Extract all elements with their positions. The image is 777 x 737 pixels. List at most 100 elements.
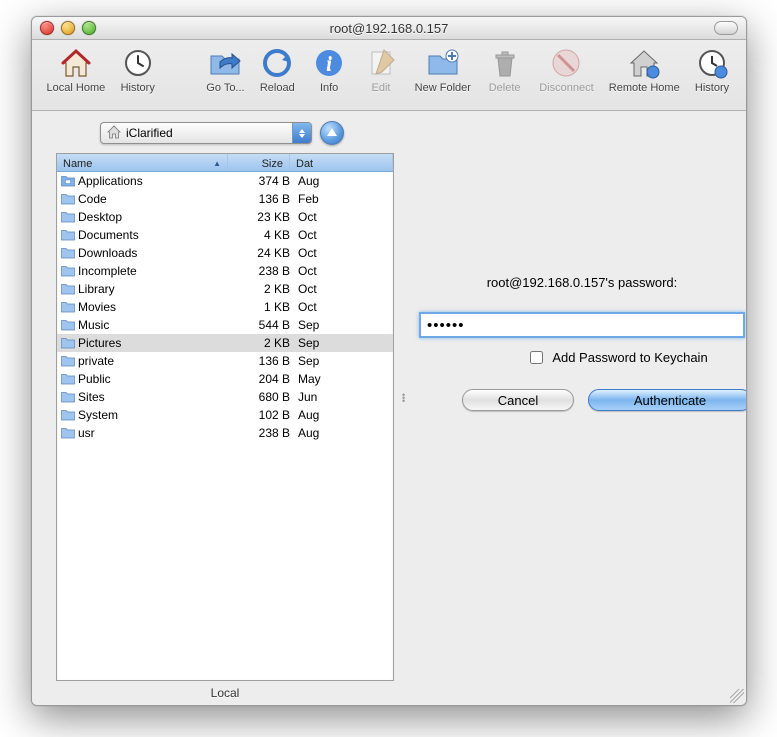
file-name: Downloads [78, 246, 228, 260]
file-name: Music [78, 318, 228, 332]
toolbar-label: Delete [489, 82, 521, 94]
folder-icon [60, 319, 75, 331]
svg-text:i: i [326, 53, 332, 75]
file-size: 680 B [228, 390, 294, 404]
column-size[interactable]: Size [228, 154, 290, 171]
file-date: Sep [294, 354, 393, 368]
go-to-button[interactable]: Go To... [200, 46, 252, 94]
column-date[interactable]: Dat [290, 154, 393, 171]
file-date: Aug [294, 426, 393, 440]
new-folder-button[interactable]: New Folder [407, 46, 479, 94]
trash-icon [488, 46, 522, 80]
local-file-list[interactable]: Name ▲ Size Dat Applications374 BAugCode… [56, 153, 394, 681]
path-popup[interactable]: iClarified [100, 122, 312, 144]
folder-icon [60, 175, 75, 187]
table-row[interactable]: Downloads24 KBOct [57, 244, 393, 262]
titlebar[interactable]: root@192.168.0.157 [32, 17, 746, 40]
keychain-checkbox-row[interactable]: Add Password to Keychain [526, 348, 707, 367]
file-size: 24 KB [228, 246, 294, 260]
toolbar-label: Go To... [206, 82, 244, 94]
resize-grip[interactable] [730, 689, 744, 703]
file-date: Oct [294, 300, 393, 314]
folder-icon [60, 337, 75, 349]
file-size: 238 B [228, 264, 294, 278]
file-date: Oct [294, 210, 393, 224]
folder-icon [60, 193, 75, 205]
go-up-button[interactable] [320, 121, 344, 145]
toolbar-label: Edit [372, 82, 391, 94]
file-date: Aug [294, 408, 393, 422]
file-size: 23 KB [228, 210, 294, 224]
file-name: Documents [78, 228, 228, 242]
toolbar-label: Disconnect [539, 82, 593, 94]
folder-icon [60, 409, 75, 421]
file-size: 204 B [228, 372, 294, 386]
minimize-window-button[interactable] [61, 21, 75, 35]
cancel-button[interactable]: Cancel [462, 389, 574, 411]
file-size: 4 KB [228, 228, 294, 242]
table-row[interactable]: Public204 BMay [57, 370, 393, 388]
edit-icon [364, 46, 398, 80]
panel-footer-local: Local [56, 681, 394, 705]
toolbar-label: History [695, 82, 729, 94]
clock-remote-icon [695, 46, 729, 80]
folder-icon [60, 373, 75, 385]
table-header[interactable]: Name ▲ Size Dat [57, 154, 393, 172]
file-date: Oct [294, 246, 393, 260]
authenticate-button[interactable]: Authenticate [588, 389, 747, 411]
table-row[interactable]: Documents4 KBOct [57, 226, 393, 244]
table-row[interactable]: Library2 KBOct [57, 280, 393, 298]
table-row[interactable]: System102 BAug [57, 406, 393, 424]
file-name: Applications [78, 174, 228, 188]
toolbar-label: Remote Home [609, 82, 680, 94]
file-size: 102 B [228, 408, 294, 422]
edit-button: Edit [355, 46, 407, 94]
table-row[interactable]: Code136 BFeb [57, 190, 393, 208]
table-row[interactable]: Incomplete238 BOct [57, 262, 393, 280]
file-date: Jun [294, 390, 393, 404]
file-name: Incomplete [78, 264, 228, 278]
table-row[interactable]: usr238 BAug [57, 424, 393, 442]
close-window-button[interactable] [40, 21, 54, 35]
keychain-checkbox[interactable] [530, 351, 543, 364]
password-input[interactable] [419, 312, 745, 338]
keychain-label: Add Password to Keychain [552, 350, 707, 365]
toolbar: Local Home History Go To... Reload [32, 40, 746, 111]
info-icon: i [312, 46, 346, 80]
toolbar-label: Local Home [47, 82, 106, 94]
info-button[interactable]: i Info [303, 46, 355, 94]
reload-icon [260, 46, 294, 80]
file-size: 1 KB [228, 300, 294, 314]
folder-arrow-icon [208, 46, 242, 80]
history-local-button[interactable]: History [112, 46, 164, 94]
local-home-button[interactable]: Local Home [40, 46, 112, 94]
table-row[interactable]: Desktop23 KBOct [57, 208, 393, 226]
remote-home-button[interactable]: Remote Home [602, 46, 686, 94]
file-date: Oct [294, 282, 393, 296]
file-size: 238 B [228, 426, 294, 440]
file-date: Oct [294, 228, 393, 242]
table-row[interactable]: Pictures2 KBSep [57, 334, 393, 352]
file-date: Sep [294, 336, 393, 350]
table-row[interactable]: Sites680 BJun [57, 388, 393, 406]
file-name: Desktop [78, 210, 228, 224]
history-remote-button[interactable]: History [686, 46, 738, 94]
zoom-window-button[interactable] [82, 21, 96, 35]
table-row[interactable]: Music544 BSep [57, 316, 393, 334]
auth-prompt: root@192.168.0.157's password: [487, 275, 678, 290]
new-folder-icon [426, 46, 460, 80]
toolbar-toggle-pill[interactable] [714, 21, 738, 35]
disconnect-button: Disconnect [531, 46, 603, 94]
table-row[interactable]: Applications374 BAug [57, 172, 393, 190]
reload-button[interactable]: Reload [251, 46, 303, 94]
house-remote-icon [627, 46, 661, 80]
folder-icon [60, 301, 75, 313]
file-size: 136 B [228, 192, 294, 206]
splitter[interactable]: • • • [400, 111, 408, 705]
file-name: private [78, 354, 228, 368]
body: iClarified Name ▲ Size [32, 111, 746, 705]
delete-button: Delete [479, 46, 531, 94]
table-row[interactable]: private136 BSep [57, 352, 393, 370]
column-name[interactable]: Name ▲ [57, 154, 228, 171]
table-row[interactable]: Movies1 KBOct [57, 298, 393, 316]
